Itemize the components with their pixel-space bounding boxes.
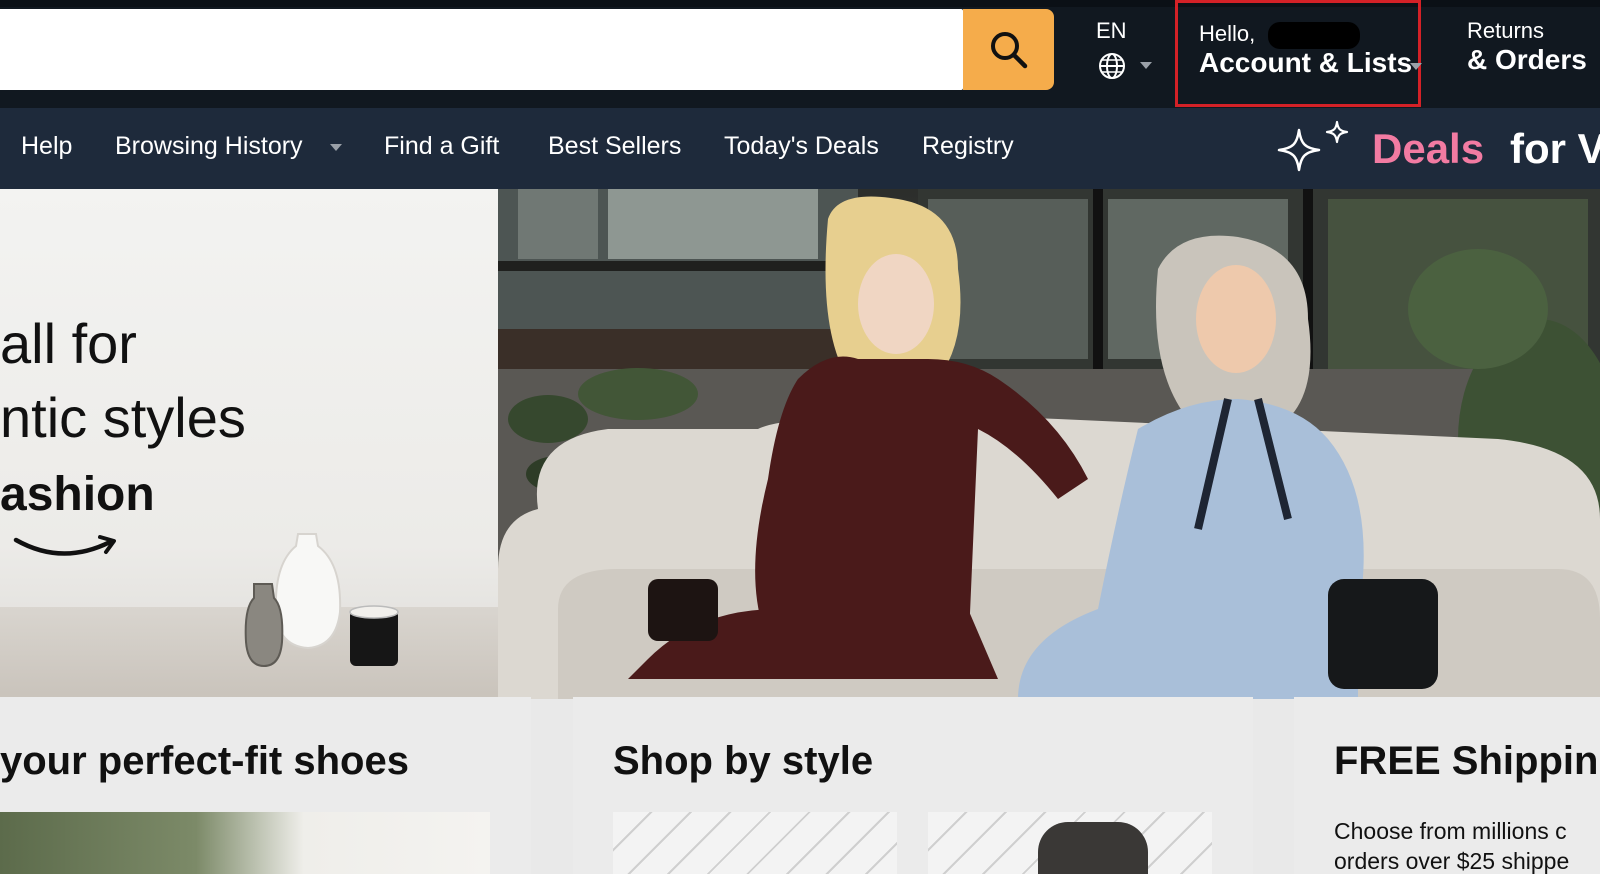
hero-brand-fashion: ashion xyxy=(0,468,155,521)
chevron-down-icon xyxy=(1410,63,1422,70)
account-lists-menu[interactable]: Hello, Account & Lists xyxy=(1175,0,1422,107)
redacted-username xyxy=(1268,22,1360,49)
account-greeting: Hello, xyxy=(1199,21,1256,46)
nav-bar: Help Browsing History Find a Gift Best S… xyxy=(0,108,1600,189)
nav-item-registry[interactable]: Registry xyxy=(922,132,1014,161)
orders-label: & Orders xyxy=(1467,44,1587,75)
chevron-down-icon xyxy=(330,144,342,151)
card-title: your perfect-fit shoes xyxy=(0,739,409,783)
language-selector[interactable]: EN xyxy=(1090,18,1170,82)
returns-label: Returns xyxy=(1467,18,1545,43)
nav-item-help[interactable]: Help xyxy=(21,132,72,161)
language-code: EN xyxy=(1096,18,1127,43)
deals-promo-highlight: Deals xyxy=(1372,125,1485,172)
account-lists-label: Account & Lists xyxy=(1199,47,1413,78)
card-title: Shop by style xyxy=(613,739,874,783)
deals-promo-text: for V xyxy=(1510,125,1600,172)
nav-item-best-sellers[interactable]: Best Sellers xyxy=(548,132,681,161)
nav-item-browsing-history[interactable]: Browsing History xyxy=(115,132,303,161)
hero-models-image xyxy=(498,189,1600,699)
hero-banner[interactable]: all for ntic styles ashion xyxy=(0,189,1600,699)
search-button[interactable] xyxy=(963,9,1054,90)
returns-orders-link[interactable]: Returns & Orders xyxy=(1467,18,1600,86)
top-header: EN Hello, Account & Lists Returns & Orde… xyxy=(0,0,1600,108)
hero-text-panel: all for ntic styles ashion xyxy=(0,189,498,699)
card-title: FREE Shippin xyxy=(1334,739,1599,783)
card-thumbnail xyxy=(928,812,1212,874)
nav-item-todays-deals[interactable]: Today's Deals xyxy=(724,132,879,161)
amazon-smile-logo xyxy=(13,535,116,556)
shoes-card[interactable]: your perfect-fit shoes xyxy=(0,697,531,874)
vase-decor-image xyxy=(244,533,399,668)
free-shipping-card[interactable]: FREE Shippin Choose from millions c orde… xyxy=(1294,697,1600,874)
hero-headline-line1: all for xyxy=(0,312,137,375)
nav-item-find-a-gift[interactable]: Find a Gift xyxy=(384,132,499,161)
card-description-line2: orders over $25 shippe xyxy=(1334,848,1570,874)
search-input[interactable] xyxy=(0,9,963,90)
deals-promo-banner[interactable]: Deals for V xyxy=(1273,116,1600,182)
hero-photo xyxy=(498,189,1600,699)
jacket-image xyxy=(1038,822,1148,874)
card-thumbnail xyxy=(613,812,897,874)
search-icon xyxy=(990,31,1027,68)
card-thumbnail xyxy=(0,812,490,874)
globe-icon xyxy=(1099,53,1125,79)
hero-headline-line2: ntic styles xyxy=(0,386,246,449)
card-description-line1: Choose from millions c xyxy=(1334,818,1567,844)
sparkle-icon xyxy=(1277,120,1349,172)
shop-by-style-card[interactable]: Shop by style xyxy=(573,697,1253,874)
chevron-down-icon xyxy=(1140,62,1152,69)
